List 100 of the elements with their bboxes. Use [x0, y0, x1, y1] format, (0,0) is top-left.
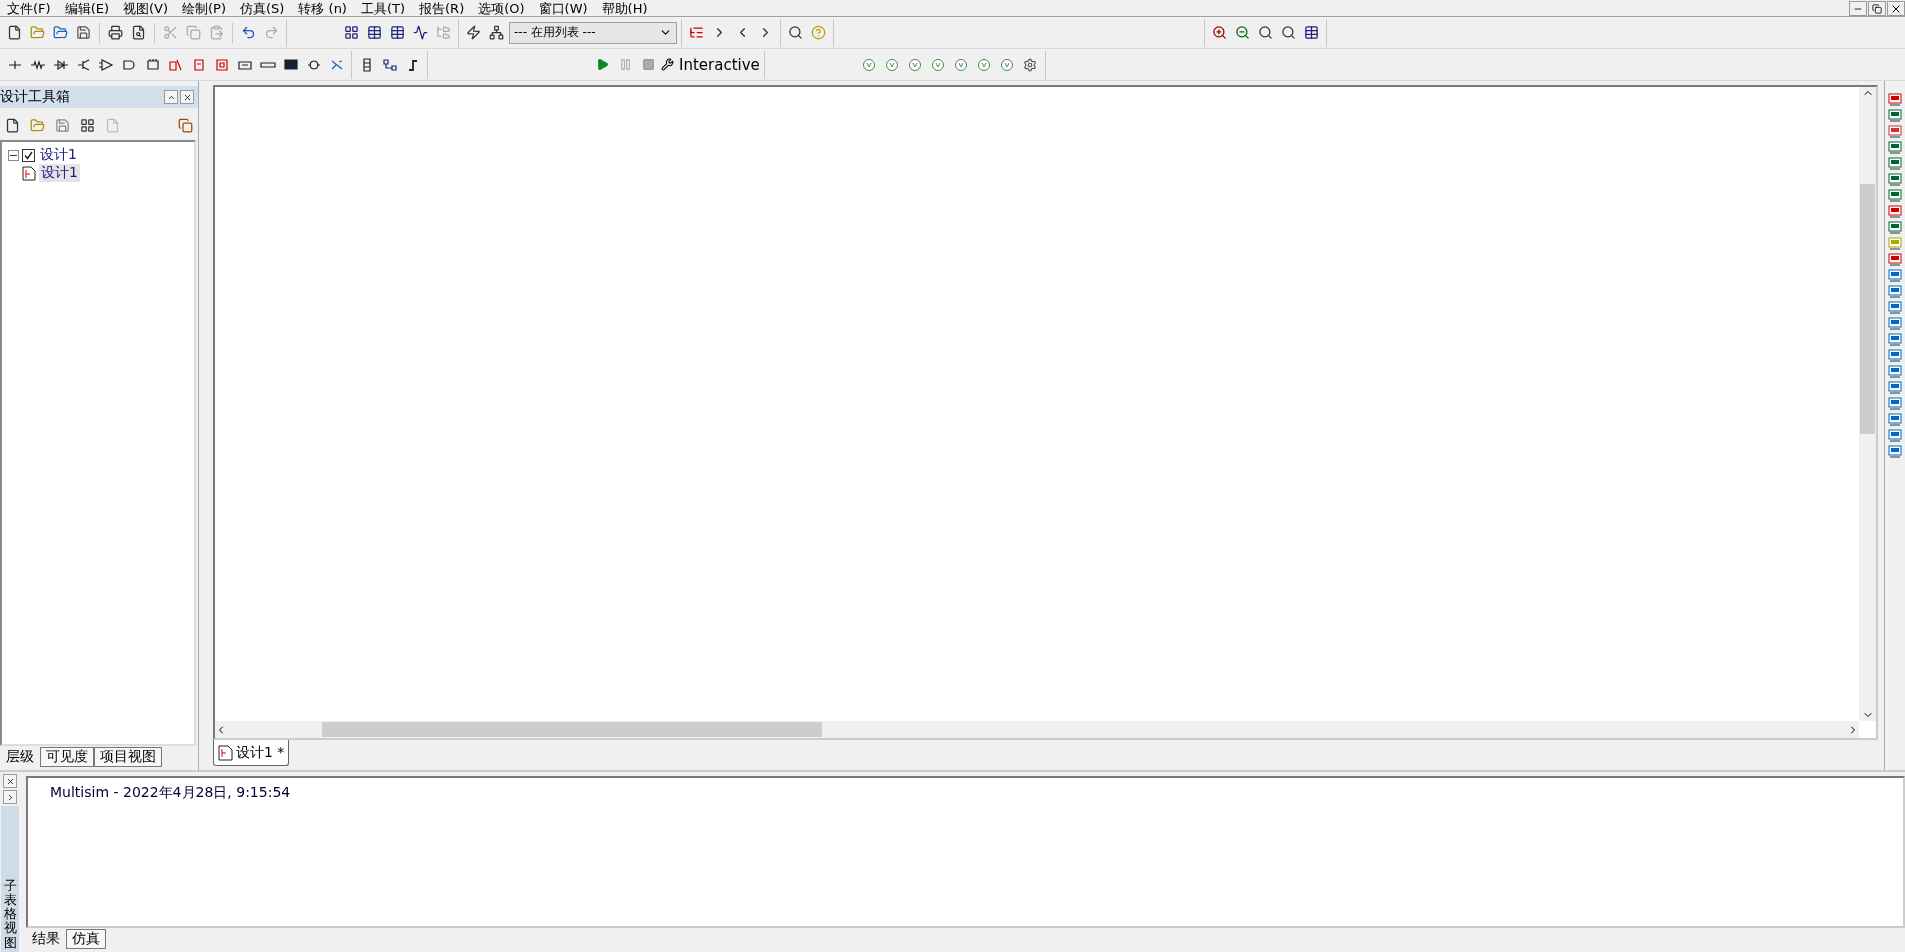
list-tree-icon — [689, 25, 704, 40]
probe-icon — [954, 57, 969, 72]
redo-icon — [264, 25, 279, 40]
waveform-icon — [413, 25, 428, 40]
panel-title: 设计工具箱 — [0, 88, 70, 106]
instrument-icon[interactable] — [1888, 285, 1902, 298]
instrument-icon[interactable] — [1888, 173, 1902, 186]
restore-button[interactable] — [1868, 1, 1886, 16]
probe-icon — [1000, 57, 1015, 72]
pin-button[interactable] — [164, 90, 178, 104]
document-tab[interactable]: 设计1 * — [213, 740, 290, 766]
menu-item[interactable]: 绘制(P) — [175, 1, 233, 16]
instrument-icon[interactable] — [1888, 365, 1902, 378]
tree-item[interactable]: 设计1 — [39, 164, 80, 182]
pause-icon — [619, 58, 632, 71]
instrument-icon[interactable] — [1888, 317, 1902, 330]
instrument-icon[interactable] — [1888, 445, 1902, 458]
checkbox[interactable] — [22, 148, 35, 162]
zoom-in-icon — [1212, 25, 1227, 40]
lightning-icon — [466, 25, 481, 40]
display-icon — [213, 57, 230, 72]
schematic-file-icon — [218, 744, 233, 761]
undo-icon — [241, 25, 256, 40]
settings-icon — [1023, 57, 1038, 72]
instrument-icon[interactable] — [1888, 413, 1902, 426]
probe-icon — [862, 57, 877, 72]
output-tab[interactable]: 仿真 — [66, 929, 106, 949]
scrollbar-thumb[interactable] — [322, 722, 822, 737]
run-icon — [596, 58, 609, 71]
copy-icon — [186, 25, 201, 40]
zoom-out-icon — [1235, 25, 1250, 40]
logic-gate-icon — [121, 57, 138, 72]
zoom-fit-icon — [1281, 25, 1296, 40]
probe-icon — [977, 57, 992, 72]
monitor-icon — [282, 57, 299, 72]
menu-item[interactable]: 编辑(E) — [57, 1, 116, 16]
schematic-file-icon — [22, 165, 36, 181]
tree-item[interactable]: 设计1 — [38, 146, 79, 164]
instrument-icon[interactable] — [1888, 253, 1902, 266]
menu-item[interactable]: 仿真(S) — [233, 1, 292, 16]
printer-icon — [108, 25, 123, 40]
side-panel-tab[interactable]: 子表格视图 — [1, 806, 19, 952]
stacked-pages-icon — [178, 117, 193, 133]
scissors-icon — [163, 25, 178, 40]
save-icon — [55, 117, 70, 133]
open-folder-icon — [30, 25, 45, 40]
full-screen-icon — [1304, 25, 1319, 40]
table-icon — [390, 25, 405, 40]
instrument-icon[interactable] — [1888, 189, 1902, 202]
wrench-icon — [661, 58, 674, 71]
panel-tab[interactable]: 可见度 — [40, 747, 94, 767]
instrument-icon[interactable] — [1888, 221, 1902, 234]
chip-icon — [144, 57, 161, 72]
close-icon — [182, 92, 192, 102]
close-button[interactable] — [180, 90, 194, 104]
zoom-area-icon — [1258, 25, 1273, 40]
grid-icon — [367, 25, 382, 40]
instrument-icon[interactable] — [1888, 301, 1902, 314]
scrollbar-thumb[interactable] — [1860, 184, 1875, 434]
instrument-icon[interactable] — [1888, 205, 1902, 218]
tree-icon — [436, 25, 451, 40]
blank-page-icon — [105, 117, 120, 133]
print-preview-icon — [131, 25, 146, 40]
close-button[interactable] — [3, 774, 17, 788]
instrument-icon[interactable] — [1888, 333, 1902, 346]
paste-icon — [209, 25, 224, 40]
collapse-icon[interactable] — [8, 149, 19, 161]
stop-icon — [642, 58, 655, 71]
instrument-icon[interactable] — [1888, 141, 1902, 154]
probe-icon — [885, 57, 900, 72]
instrument-icon[interactable] — [1888, 109, 1902, 122]
instrument-icon[interactable] — [1888, 381, 1902, 394]
instrument-icon[interactable] — [1888, 125, 1902, 138]
probe-icon — [908, 57, 923, 72]
instrument-icon[interactable] — [1888, 157, 1902, 170]
menu-item[interactable]: 选项(O) — [471, 1, 532, 16]
close-button[interactable] — [1887, 1, 1905, 16]
window-icon — [344, 25, 359, 40]
search-icon — [788, 25, 803, 40]
instrument-icon[interactable] — [1888, 237, 1902, 250]
menu-item[interactable]: 报告(R) — [412, 1, 472, 16]
instrument-icon[interactable] — [1888, 93, 1902, 106]
menu-item[interactable]: 窗口(W) — [531, 1, 595, 16]
window-icon — [80, 117, 95, 133]
instrument-icon[interactable] — [1888, 429, 1902, 442]
simulation-mode-label: Interactive — [679, 55, 760, 74]
opamp-icon — [98, 57, 115, 72]
menu-item[interactable]: 工具(T) — [353, 1, 413, 16]
menu-item[interactable]: 转移 (n) — [291, 1, 354, 16]
instrument-icon[interactable] — [1888, 349, 1902, 362]
pin-button[interactable] — [3, 790, 17, 804]
meter-icon — [167, 57, 184, 72]
menu-item[interactable]: 文件(F) — [0, 1, 58, 16]
instrument-icon[interactable] — [1888, 397, 1902, 410]
menu-item[interactable]: 视图(V) — [116, 1, 176, 16]
panel-tab[interactable]: 项目视图 — [94, 747, 162, 767]
in-use-list-dropdown[interactable]: --- 在用列表 --- — [509, 21, 677, 44]
instrument-icon[interactable] — [1888, 269, 1902, 282]
menu-item[interactable]: 帮助(H) — [594, 1, 655, 16]
log-line: Multisim - 2022年4月28日, 9:15:54 — [50, 784, 292, 802]
